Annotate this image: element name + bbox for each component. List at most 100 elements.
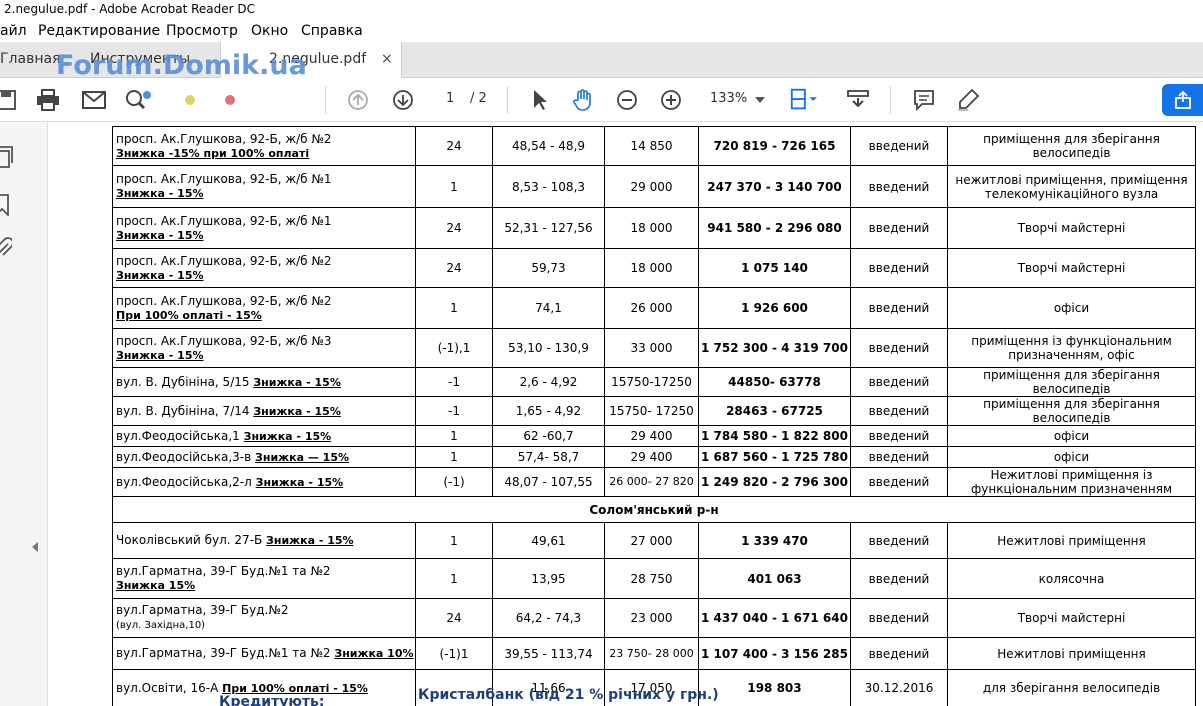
discount-label: Знижка 15% (116, 579, 196, 592)
bookmark-icon[interactable] (0, 194, 10, 220)
tab-home[interactable]: Главная (0, 42, 70, 78)
total-price-cell: 401 063 (698, 558, 851, 599)
zoom-out-icon[interactable] (613, 86, 641, 114)
status-cell: введений (850, 598, 948, 638)
page-number-input[interactable]: 1 (446, 91, 454, 106)
status-cell: введений (850, 425, 948, 447)
purpose-cell: приміщення для зберігання велосипедів (947, 367, 1196, 397)
table-row: просп. Ак.Глушкова, 92-Б, ж/б №2 Знижка -… (112, 126, 1196, 166)
save-icon[interactable] (0, 86, 20, 114)
property-table: просп. Ак.Глушкова, 92-Б, ж/б №2 Знижка -… (112, 126, 1196, 706)
discount-label: Знижка -15% при 100% оплаті (116, 146, 310, 160)
chevron-down-icon[interactable] (746, 86, 774, 114)
attachment-icon[interactable] (0, 236, 14, 264)
highlight-pen-icon[interactable] (954, 86, 982, 114)
address-cell: вул.Гарматна, 39-Г Буд.№1 та №2 Знижка 1… (112, 637, 416, 670)
area-cell: 62 -60,7 (492, 425, 605, 447)
scroll-mode-icon[interactable] (844, 86, 872, 114)
toolbar: 1 / 2 133% (0, 78, 1203, 122)
discount-label: Знижка - 15% (253, 375, 341, 389)
price-cell: 28 750 (604, 558, 699, 599)
price-cell: 33 000 (604, 328, 699, 368)
table-row: просп. Ак.Глушкова, 92-Б, ж/б №1 Знижка -… (112, 207, 1196, 249)
search-icon[interactable] (124, 86, 152, 114)
price-cell: 29 400 (604, 425, 699, 447)
markup-dot-icon[interactable] (216, 86, 244, 114)
zoom-level-select[interactable]: 133% (710, 91, 747, 106)
address-text: вул.Феодосійська,2-л (116, 474, 252, 489)
area-cell: 13,95 (492, 558, 605, 599)
menu-edit[interactable]: Редактирование (38, 20, 160, 42)
tab-bar: Главная Инструменты 2.negulue.pdf × (0, 42, 1203, 78)
area-cell: 48,07 - 107,55 (492, 467, 605, 497)
price-cell: 23 750- 28 000 (604, 637, 699, 670)
email-icon[interactable] (80, 86, 108, 114)
purpose-cell: Творчі майстерні (947, 248, 1196, 288)
menu-window[interactable]: Окно (251, 20, 288, 42)
area-cell: 49,61 (492, 522, 605, 559)
status-cell: введений (850, 248, 948, 288)
share-button[interactable] (1162, 84, 1203, 116)
floor-cell: 24 (415, 126, 493, 166)
floor-cell: 1 (415, 558, 493, 599)
total-price-cell: 1 687 560 - 1 725 780 (698, 446, 851, 468)
address-cell: просп. Ак.Глушкова, 92-Б, ж/б №1 Знижка -… (112, 165, 416, 208)
address-text: просп. Ак.Глушкова, 92-Б, ж/б №1 (116, 213, 332, 228)
menu-bar: айл Редактирование Просмотр Окно Справка (0, 20, 1203, 42)
purpose-cell: офіси (947, 425, 1196, 447)
menu-help[interactable]: Справка (301, 20, 363, 42)
select-cursor-icon[interactable] (526, 86, 554, 114)
area-cell: 64,2 - 74,3 (492, 598, 605, 638)
status-cell: введений (850, 467, 948, 497)
address-text: просп. Ак.Глушкова, 92-Б, ж/б №2 (116, 131, 332, 146)
address-text: просп. Ак.Глушкова, 92-Б, ж/б №1 (116, 172, 332, 186)
purpose-cell: Нежитлові приміщення із функціональним п… (947, 467, 1196, 497)
address-cell: просп. Ак.Глушкова, 92-Б, ж/б №2 При 100%… (112, 287, 416, 329)
purpose-cell: для зберігання велосипедів (947, 669, 1196, 706)
table-row: просп. Ак.Глушкова, 92-Б, ж/б №1 Знижка -… (112, 165, 1196, 208)
tab-tools[interactable]: Инструменты (90, 42, 210, 78)
purpose-cell: Творчі майстерні (947, 207, 1196, 249)
floor-cell: 1 (415, 522, 493, 559)
area-cell: 57,4- 58,7 (492, 446, 605, 468)
address-cell: вул.Феодосійська,1 Знижка - 15% (112, 425, 416, 447)
pages-icon[interactable] (0, 146, 14, 172)
discount-label: Знижка - 15% (116, 348, 204, 362)
hand-tool-icon[interactable] (569, 86, 597, 114)
address-text: просп. Ак.Глушкова, 92-Б, ж/б №3 (116, 333, 332, 348)
address-text: просп. Ак.Глушкова, 92-Б, ж/б №2 (116, 293, 332, 308)
total-price-cell: 198 803 (698, 669, 851, 706)
highlight-dot-icon[interactable] (176, 86, 204, 114)
total-price-cell: 44850- 63778 (698, 367, 851, 397)
address-cell: просп. Ак.Глушкова, 92-Б, ж/б №1 Знижка -… (112, 207, 416, 249)
address-note: (вул. Західна,10) (116, 620, 206, 631)
collapse-panel-icon[interactable] (32, 542, 38, 552)
print-icon[interactable] (34, 86, 62, 114)
close-tab-icon[interactable]: × (381, 42, 393, 76)
next-page-icon[interactable] (389, 86, 417, 114)
menu-view[interactable]: Просмотр (166, 20, 238, 42)
fit-page-icon[interactable] (789, 86, 817, 114)
menu-file[interactable]: айл (0, 20, 27, 42)
comment-icon[interactable] (910, 86, 938, 114)
prev-page-icon[interactable] (344, 86, 372, 114)
status-cell: введений (850, 287, 948, 329)
purpose-cell: Нежитлові приміщення (947, 637, 1196, 670)
address-text: просп. Ак.Глушкова, 92-Б, ж/б №2 (116, 253, 332, 268)
tab-document[interactable]: 2.negulue.pdf × (220, 42, 402, 78)
table-row: просп. Ак.Глушкова, 92-Б, ж/б №2 При 100%… (112, 287, 1196, 329)
table-row: просп. Ак.Глушкова, 92-Б, ж/б №3 Знижка -… (112, 328, 1196, 368)
discount-label: Знижка - 15% (116, 187, 204, 200)
page-total: / 2 (470, 91, 487, 106)
purpose-cell: приміщення із функціональним призначення… (947, 328, 1196, 368)
discount-label: При 100% оплаті - 15% (222, 681, 368, 695)
address-cell: вул. В. Дубініна, 5/15 Знижка - 15% (112, 367, 416, 397)
table-row: Чоколівський бул. 27-Б Знижка - 15% 1 49,6… (112, 522, 1196, 559)
floor-cell: 24 (415, 248, 493, 288)
floor-cell: (-1)1 (415, 637, 493, 670)
address-cell: вул.Феодосійська,3-в Знижка — 15% (112, 446, 416, 468)
table-row: вул.Феодосійська,1 Знижка - 15% 1 62 -60,7… (112, 425, 1196, 447)
zoom-in-icon[interactable] (657, 86, 685, 114)
tab-document-label: 2.negulue.pdf (269, 51, 367, 67)
area-cell: 52,31 - 127,56 (492, 207, 605, 249)
